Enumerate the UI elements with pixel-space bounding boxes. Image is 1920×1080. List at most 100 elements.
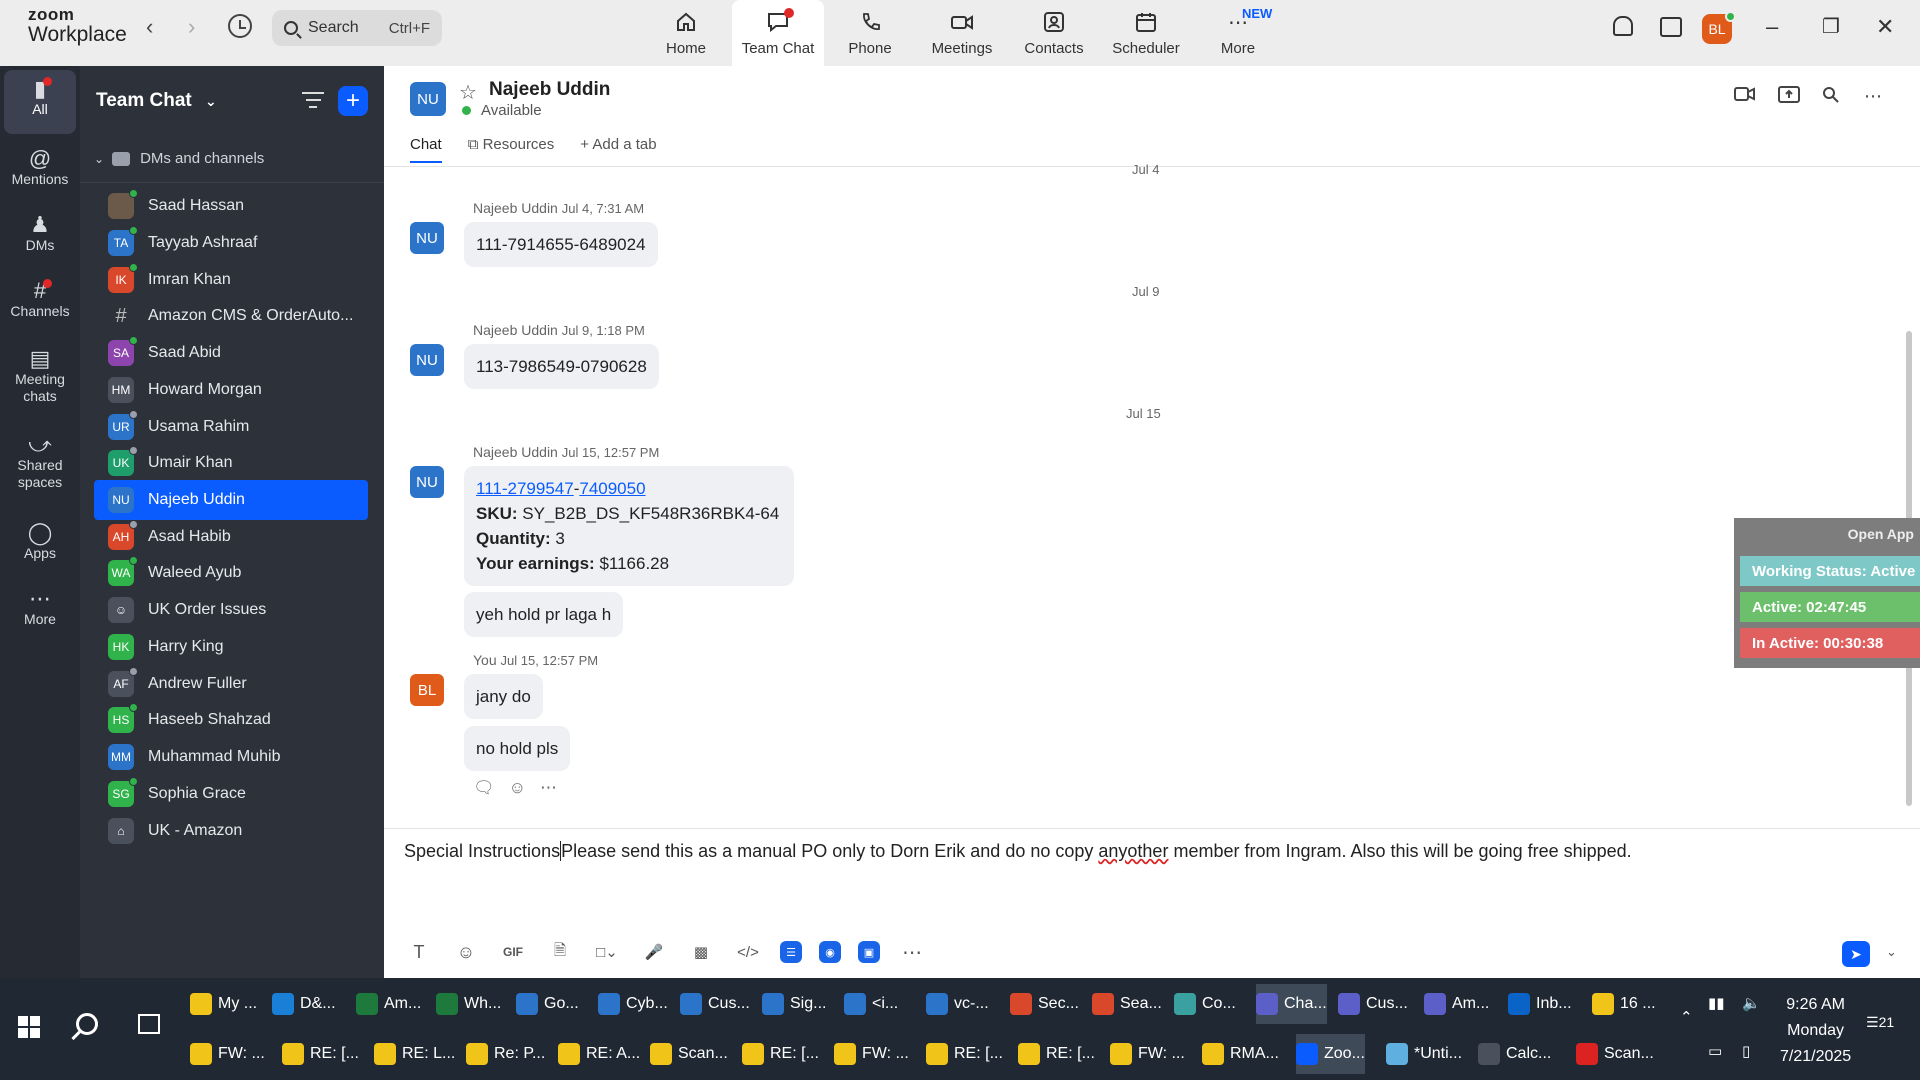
nav-tab-team-chat[interactable]: Team Chat: [732, 0, 824, 66]
sidebar-item[interactable]: IK Imran Khan: [94, 260, 368, 300]
nav-tab-phone[interactable]: Phone: [824, 0, 916, 66]
rail-item-channels[interactable]: # Channels: [4, 279, 76, 320]
search-icon[interactable]: [1822, 86, 1840, 109]
calendar-icon[interactable]: [1660, 17, 1682, 37]
taskbar-window[interactable]: RE: [...: [926, 1034, 1003, 1074]
emoji-reaction-icon[interactable]: ☺: [509, 778, 526, 798]
rail-item-shared-spaces[interactable]: ⤻ Shared spaces: [4, 434, 76, 491]
sidebar-item[interactable]: UK Umair Khan: [94, 443, 368, 483]
message-bubble[interactable]: yeh hold pr laga h: [464, 592, 624, 637]
taskbar-app[interactable]: Cyb...: [598, 984, 668, 1024]
notification-bell-icon[interactable]: [1613, 16, 1633, 36]
order-message-bubble[interactable]: 111-2799547-7409050 SKU: SY_B2B_DS_KF548…: [464, 466, 794, 586]
nav-tab-contacts[interactable]: Contacts: [1008, 0, 1100, 66]
sidebar-item[interactable]: HS Haseeb Shahzad: [94, 700, 368, 740]
taskbar-app[interactable]: Cha...: [1256, 984, 1327, 1024]
nav-tab-scheduler[interactable]: Scheduler: [1100, 0, 1192, 66]
taskbar-window[interactable]: Scan...: [1576, 1034, 1654, 1074]
sidebar-item[interactable]: ☺ UK Order Issues: [94, 590, 368, 630]
user-avatar[interactable]: BL: [1702, 11, 1736, 44]
message-avatar[interactable]: NU: [410, 344, 444, 376]
taskbar-window[interactable]: RE: [...: [742, 1034, 819, 1074]
order-link-part-2[interactable]: 7409050: [579, 479, 645, 498]
sidebar-item[interactable]: HM Howard Morgan: [94, 370, 368, 410]
display-icon[interactable]: ▭: [1708, 1042, 1722, 1060]
taskbar-app[interactable]: Wh...: [436, 984, 501, 1024]
history-icon[interactable]: [228, 14, 252, 38]
sidebar-item[interactable]: SG Sophia Grace: [94, 774, 368, 814]
tab-resources[interactable]: ⧉ Resources: [468, 136, 555, 163]
sidebar-item[interactable]: TA Tayyab Ashraaf: [94, 223, 368, 263]
forward-arrow-icon[interactable]: ›: [188, 14, 195, 40]
rail-item-all[interactable]: ▮ All: [4, 70, 76, 134]
message-bubble[interactable]: jany do: [464, 674, 543, 719]
tray-chevron-icon[interactable]: ⌃: [1680, 1008, 1693, 1026]
sidebar-item[interactable]: AH Asad Habib: [94, 517, 368, 557]
app-icon[interactable]: ☰: [780, 941, 802, 963]
more-actions-icon[interactable]: ⋯: [540, 778, 557, 798]
send-button[interactable]: ➤: [1842, 941, 1870, 967]
share-screen-icon[interactable]: [1778, 86, 1800, 109]
minimize-icon[interactable]: –: [1766, 14, 1778, 40]
rail-item-meeting-chats[interactable]: ▤ Meeting chats: [4, 348, 76, 405]
taskbar-window[interactable]: RMA...: [1202, 1034, 1279, 1074]
taskbar-app[interactable]: Am...: [356, 984, 421, 1024]
sidebar-item[interactable]: # Amazon CMS & OrderAuto...: [94, 296, 368, 336]
video-message-icon[interactable]: ▩: [686, 940, 716, 964]
taskbar-app[interactable]: Cus...: [680, 984, 750, 1024]
taskbar-window[interactable]: Zoo...: [1296, 1034, 1365, 1074]
rail-item-dms[interactable]: ♟ DMs: [4, 214, 76, 254]
sidebar-item[interactable]: HK Harry King: [94, 627, 368, 667]
taskbar-window[interactable]: FW: ...: [834, 1034, 909, 1074]
message-input[interactable]: Special InstructionsPlease send this as …: [404, 841, 1632, 862]
taskbar-window[interactable]: Calc...: [1478, 1034, 1551, 1074]
taskbar-window[interactable]: RE: A...: [558, 1034, 640, 1074]
nav-tab-more[interactable]: ⋯ NEW More: [1192, 0, 1284, 66]
filter-icon[interactable]: [302, 92, 324, 110]
taskbar-app[interactable]: Sec...: [1010, 984, 1079, 1024]
sidebar-item[interactable]: UR Usama Rahim: [94, 407, 368, 447]
taskbar-app[interactable]: Co...: [1174, 984, 1236, 1024]
taskbar-window[interactable]: RE: [...: [282, 1034, 359, 1074]
taskbar-app[interactable]: Sea...: [1092, 984, 1162, 1024]
app-icon[interactable]: ◉: [819, 941, 841, 963]
taskbar-app[interactable]: Am...: [1424, 984, 1489, 1024]
taskbar-app[interactable]: Go...: [516, 984, 579, 1024]
battery-icon[interactable]: ▮▮: [1708, 994, 1725, 1012]
taskbar-app[interactable]: My ...: [190, 984, 257, 1024]
tab-chat[interactable]: Chat: [410, 136, 442, 163]
my-message-avatar[interactable]: BL: [410, 674, 444, 706]
taskbar-window[interactable]: RE: [...: [1018, 1034, 1095, 1074]
taskbar-window[interactable]: *Unti...: [1386, 1034, 1462, 1074]
network-icon[interactable]: ▯: [1742, 1042, 1750, 1060]
emoji-icon[interactable]: ☺: [451, 940, 481, 964]
sidebar-item[interactable]: AF Andrew Fuller: [94, 664, 368, 704]
contact-avatar[interactable]: NU: [410, 82, 446, 116]
file-icon[interactable]: 🗎: [545, 940, 575, 964]
taskbar-app[interactable]: <i...: [844, 984, 898, 1024]
sidebar-item[interactable]: ⌂ UK - Amazon: [94, 811, 368, 851]
search-box[interactable]: Search Ctrl+F: [272, 10, 442, 46]
taskbar-app[interactable]: D&...: [272, 984, 336, 1024]
section-header-dms-channels[interactable]: ⌄ DMs and channels: [94, 150, 264, 167]
volume-icon[interactable]: 🔈: [1742, 994, 1761, 1012]
nav-tab-home[interactable]: Home: [640, 0, 732, 66]
rail-item-apps[interactable]: ◯ Apps: [4, 522, 76, 562]
taskbar-app[interactable]: 16 ...: [1592, 984, 1656, 1024]
message-avatar[interactable]: NU: [410, 466, 444, 498]
taskbar-app[interactable]: Inb...: [1508, 984, 1572, 1024]
format-text-icon[interactable]: T: [404, 940, 434, 964]
sidebar-item[interactable]: Saad Hassan: [94, 186, 368, 226]
sidebar-item[interactable]: SA Saad Abid: [94, 333, 368, 373]
taskbar-window[interactable]: Scan...: [650, 1034, 728, 1074]
code-snippet-icon[interactable]: </>: [733, 940, 763, 964]
contact-name[interactable]: Najeeb Uddin: [489, 79, 610, 101]
more-tools-icon[interactable]: ⋯: [897, 940, 927, 964]
gif-icon[interactable]: GIF: [498, 940, 528, 964]
notification-center-icon[interactable]: ☰21: [1866, 1014, 1894, 1031]
app-icon[interactable]: ▣: [858, 941, 880, 963]
message-bubble[interactable]: 111-7914655-6489024: [464, 222, 658, 267]
message-bubble[interactable]: no hold pls: [464, 726, 571, 771]
taskbar-app[interactable]: Cus...: [1338, 984, 1408, 1024]
tab-add[interactable]: + Add a tab: [580, 136, 656, 163]
